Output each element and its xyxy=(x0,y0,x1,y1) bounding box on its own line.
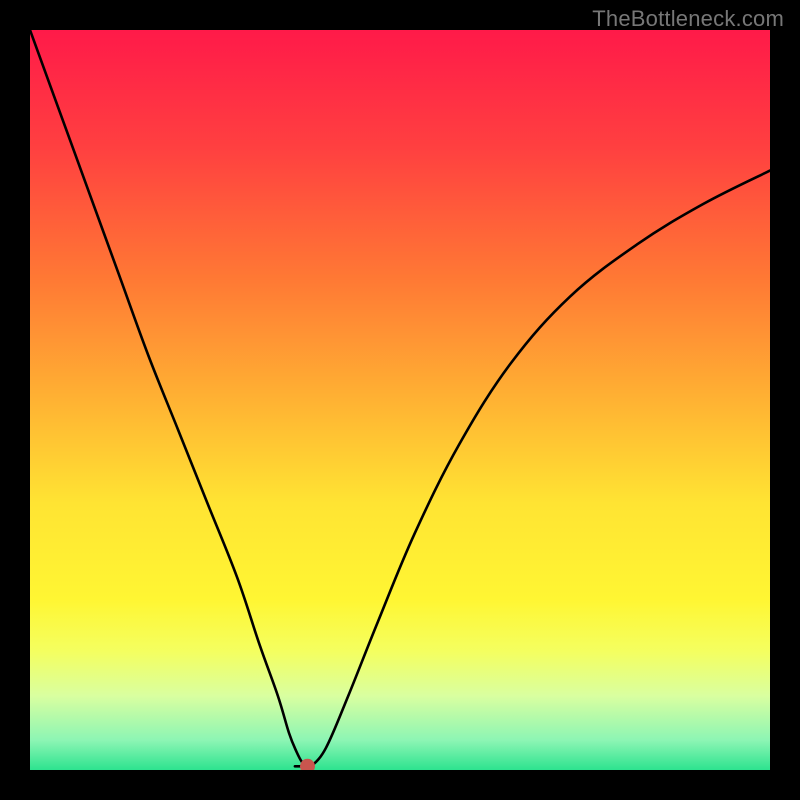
bottleneck-curve xyxy=(30,30,770,768)
watermark-text: TheBottleneck.com xyxy=(592,6,784,32)
curve-svg xyxy=(30,30,770,770)
chart-frame: TheBottleneck.com xyxy=(0,0,800,800)
plot-area xyxy=(30,30,770,770)
